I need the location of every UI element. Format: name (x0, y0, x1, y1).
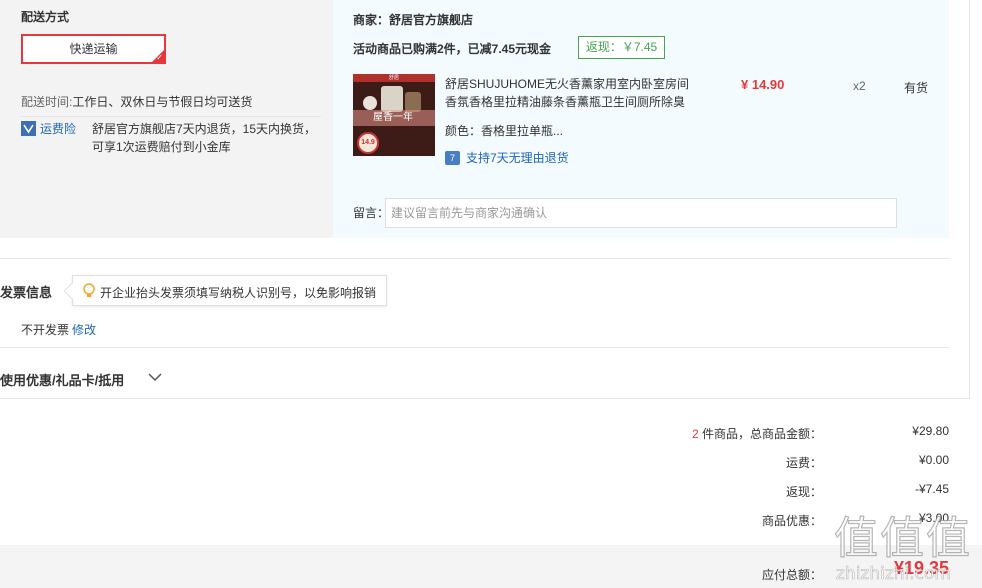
product-image-bottle (381, 86, 403, 112)
return-7-icon: 7 (445, 151, 460, 165)
product-image[interactable]: 舒居 屋香一年 14.9 (353, 74, 435, 156)
return-policy-link[interactable]: 支持7天无理由退货 (466, 149, 569, 166)
rebate-badge: 返现：￥7.45 (578, 36, 665, 59)
goods-count: 2 (691, 427, 699, 441)
product-price: ¥ 14.90 (741, 77, 785, 92)
shipping-title: 配送方式 (21, 10, 70, 24)
pay-total-label: 应付总额： (761, 568, 822, 582)
insurance-desc: 舒居官方旗舰店7天内退货，15天内换货，可享1次运费赔付到小金库 (92, 122, 317, 154)
goods-total-text: 件商品，总商品金额： (698, 427, 822, 441)
product-name[interactable]: 舒居SHUJUHOME无火香薰家用室内卧室房间香氛香格里拉精油藤条香薰瓶卫生间厕… (445, 75, 695, 111)
section-divider (0, 398, 970, 399)
product-image-badge: 舒居 (353, 74, 435, 82)
invoice-tip-text: 开企业抬头发票须填写纳税人识别号，以免影响报销 (100, 286, 377, 300)
delivery-time-label: 配送时间: (21, 95, 73, 109)
product-image-slogan: 屋香一年 (373, 112, 413, 123)
shipping-fee-label: 运费： (785, 456, 822, 470)
chevron-down-icon[interactable] (148, 372, 162, 382)
product-stock: 有货 (904, 81, 929, 95)
delivery-time: 配送时间:工作日、双休日与节假日均可送货 (21, 93, 252, 110)
invoice-value: 不开发票 (21, 323, 70, 337)
invoice-title: 发票信息 (0, 285, 53, 300)
promo-text: 活动商品已购满2件，已减7.45元现金 (353, 42, 552, 56)
product-image-flower (363, 96, 377, 110)
remark-input[interactable] (385, 198, 897, 228)
delivery-time-value: 工作日、双休日与节假日均可送货 (72, 95, 253, 109)
invoice-tooltip: 开企业抬头发票须填写纳税人识别号，以免影响报销 (63, 275, 387, 306)
remark-label: 留言： (353, 206, 390, 220)
section-divider (0, 347, 949, 348)
shipping-panel: 配送方式 快递运输 ✓ 配送时间:工作日、双休日与节假日均可送货 运费险 舒居官… (0, 0, 333, 238)
product-color: 颜色：香格里拉单瓶... (445, 124, 564, 138)
lightbulb-icon (83, 283, 95, 297)
product-image-price: 14.9 (357, 132, 379, 154)
shipping-option-express[interactable]: 快递运输 ✓ (21, 34, 166, 64)
product-image-bottle-2 (405, 92, 421, 112)
shipping-option-label: 快递运输 (69, 42, 118, 56)
product-quantity: x2 (853, 79, 866, 93)
insurance-link[interactable]: 运费险 (40, 120, 76, 137)
goods-total-value: ¥29.80 (912, 424, 949, 438)
pay-bar (0, 545, 982, 588)
invoice-edit-link[interactable]: 修改 (72, 321, 96, 338)
shield-icon (21, 121, 36, 136)
section-divider (0, 258, 949, 259)
rebate-value: -¥7.45 (914, 482, 949, 496)
goods-total-label: 2 件商品，总商品金额： (692, 425, 822, 442)
shipping-divider (21, 116, 321, 117)
coupon-toggle[interactable]: 使用优惠/礼品卡/抵用 (0, 370, 124, 389)
order-panel: 商家：舒居官方旗舰店 活动商品已购满2件，已减7.45元现金 返现：￥7.45 … (333, 0, 949, 238)
shipping-fee-value: ¥0.00 (918, 453, 949, 467)
tooltip-arrow (63, 282, 81, 300)
rebate-label: 返现： (785, 485, 822, 499)
shop-name: 商家：舒居官方旗舰店 (353, 13, 474, 27)
pay-total-value: ¥19.35 (893, 558, 949, 578)
panel-border (969, 0, 970, 398)
check-icon: ✓ (156, 53, 163, 62)
discount-value: ¥3.00 (918, 511, 949, 525)
discount-label: 商品优惠： (761, 514, 822, 528)
